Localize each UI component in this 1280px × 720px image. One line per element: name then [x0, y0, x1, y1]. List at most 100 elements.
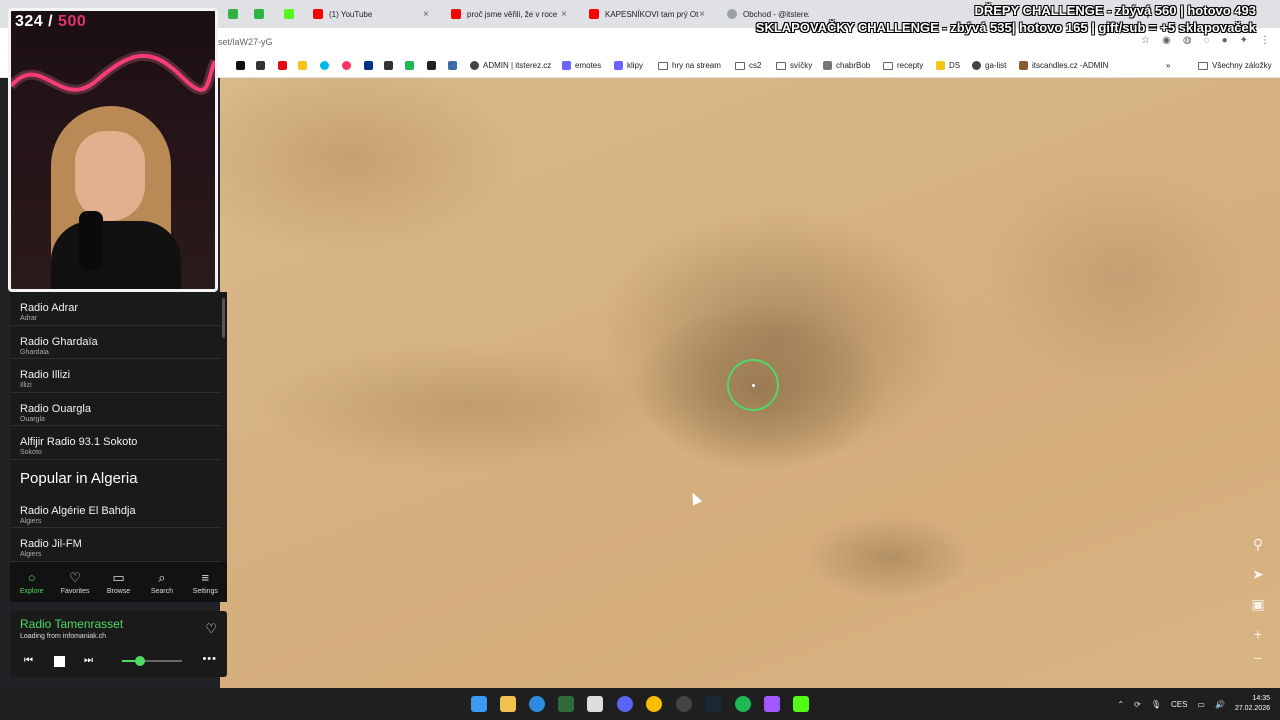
bookmark-ga-list[interactable]: ga-list	[972, 61, 1006, 70]
list-item[interactable]: Radio Adrar Adrar	[10, 292, 221, 326]
navigate-icon[interactable]: ➤	[1250, 566, 1266, 582]
location-marker[interactable]	[727, 359, 779, 411]
lock-icon[interactable]: ▣	[1250, 596, 1266, 612]
list-item[interactable]: Radio Ouargla Ouargla	[10, 393, 221, 426]
app-icon	[405, 61, 414, 70]
file-explorer-icon[interactable]	[500, 696, 516, 712]
station-city: Algiers	[20, 517, 42, 525]
challenge-line-1: DŘEPY CHALLENGE - zbývá 560 | hotovo 493	[974, 3, 1256, 18]
kick-icon[interactable]	[793, 696, 809, 712]
app-icon[interactable]	[587, 696, 603, 712]
close-icon[interactable]: ×	[561, 9, 567, 20]
zoom-in-button[interactable]: +	[1250, 626, 1266, 642]
app-icon[interactable]	[764, 696, 780, 712]
close-icon[interactable]: ×	[699, 9, 705, 20]
pin-icon[interactable]: ⚲	[1250, 536, 1266, 552]
star-icon[interactable]: ☆	[1141, 35, 1150, 46]
url-field[interactable]: set/laW27-yG	[218, 37, 273, 47]
volume-icon[interactable]: 🔊	[1215, 700, 1225, 709]
list-item[interactable]: Radio Ghardaïa Ghardaia	[10, 326, 221, 359]
excel-icon[interactable]	[558, 696, 574, 712]
bookmark-folder-cs2[interactable]: cs2	[735, 61, 761, 70]
nav-search[interactable]: ⌕ Search	[140, 562, 183, 602]
spotify-icon[interactable]	[735, 696, 751, 712]
microphone-icon[interactable]: 🎙	[1151, 700, 1161, 709]
list-item[interactable]: Alfijir Radio 93.1 Sokoto Sokoto	[10, 426, 221, 460]
extension-icon[interactable]: ◉	[1162, 35, 1171, 46]
next-button[interactable]: ⏭	[84, 655, 93, 666]
sl-icon	[562, 61, 571, 70]
bookmark-folder-recepty[interactable]: recepty	[883, 61, 923, 70]
bookmark-blue[interactable]	[448, 61, 457, 70]
bookmark-folder-svicky[interactable]: svíčky	[776, 61, 812, 70]
obs-icon[interactable]	[676, 696, 692, 712]
tab-video-2[interactable]: KAPESNÍKOVI tam prý Ot ×	[581, 3, 711, 25]
nav-favorites[interactable]: ♡ Favorites	[53, 562, 96, 602]
volume-slider[interactable]	[122, 656, 182, 666]
tab-label: KAPESNÍKOVI tam prý Ot	[605, 9, 699, 19]
satellite-map[interactable]: ⚲ ➤ ▣ + −	[220, 78, 1280, 688]
menu-icon[interactable]: ⋮	[1260, 35, 1270, 46]
now-playing-title: Radio Tamenrasset	[20, 617, 124, 631]
more-bookmarks-button[interactable]: »	[1166, 61, 1170, 70]
list-item[interactable]: Radio Jil-FM Algiers	[10, 528, 221, 562]
sync-icon[interactable]: ⟳	[1134, 700, 1141, 709]
bookmark-all[interactable]: Všechny záložky	[1198, 61, 1272, 70]
list-item[interactable]: Radio Illizi Illizi	[10, 359, 221, 393]
nav-explore[interactable]: ○ Explore	[10, 562, 53, 602]
station-name: Alfijir Radio 93.1 Sokoto	[20, 436, 138, 448]
bookmark-chabrbob[interactable]: chabrBob	[823, 61, 870, 70]
bookmark-label: Všechny záložky	[1212, 61, 1272, 70]
nav-browse[interactable]: ▭ Browse	[97, 562, 140, 602]
bookmark-dark[interactable]	[256, 61, 265, 70]
steam-icon[interactable]	[705, 696, 721, 712]
tab-pinned-green-2[interactable]	[246, 3, 268, 25]
bookmark-tt[interactable]	[405, 61, 414, 70]
bookmark-x[interactable]	[236, 61, 245, 70]
tab-label: proč jsme věřili, že v roce	[467, 9, 558, 19]
bookmark-ds[interactable]: DS	[936, 61, 960, 70]
more-options-button[interactable]: •••	[202, 653, 217, 665]
bookmark-folder-hry[interactable]: hry na stream	[658, 61, 721, 70]
bookmark-netflix[interactable]	[278, 61, 287, 70]
folder-icon	[776, 61, 786, 70]
tab-video-1[interactable]: proč jsme věřili, že v roce ×	[443, 3, 573, 25]
favorite-button[interactable]: ♡	[205, 621, 217, 637]
extension-icon[interactable]: ◌	[1204, 35, 1210, 46]
volume-knob[interactable]	[135, 656, 145, 666]
extension-icon[interactable]: ●	[1222, 35, 1228, 46]
bookmark-fb[interactable]	[384, 61, 393, 70]
nav-settings[interactable]: ≡ Settings	[184, 562, 227, 602]
language-indicator[interactable]: CES	[1171, 700, 1187, 709]
bookmark-emotes[interactable]: emotes	[562, 61, 601, 70]
zoom-out-button[interactable]: −	[1250, 650, 1266, 666]
bookmark-red[interactable]	[342, 61, 351, 70]
previous-button[interactable]: ⏮	[24, 655, 33, 666]
squat-counter: 324 / 500	[15, 13, 86, 31]
nav-label: Settings	[192, 587, 218, 595]
bookmark-itscandles[interactable]: itscandles.cz -ADMIN	[1019, 61, 1108, 70]
scrollbar[interactable]	[222, 298, 225, 338]
network-icon[interactable]: ▭	[1197, 700, 1205, 709]
tab-pinned-green-1[interactable]	[220, 3, 238, 25]
puzzle-icon[interactable]: ✦	[1240, 35, 1248, 46]
close-icon[interactable]: ×	[423, 9, 429, 20]
tab-youtube[interactable]: (1) YouTube ×	[305, 3, 435, 25]
bookmark-label: svíčky	[790, 61, 813, 70]
stop-button[interactable]	[54, 656, 65, 667]
tab-pinned-kick[interactable]	[276, 3, 298, 25]
bookmark-klipy[interactable]: klipy	[614, 61, 643, 70]
bookmark-download[interactable]	[427, 61, 436, 70]
chrome-icon[interactable]	[646, 696, 662, 712]
app-icon[interactable]	[529, 696, 545, 712]
bookmark-yellow[interactable]	[298, 61, 307, 70]
bookmark-paypal[interactable]	[364, 61, 373, 70]
discord-icon[interactable]	[617, 696, 633, 712]
chevron-up-icon[interactable]: ⌃	[1117, 700, 1124, 709]
clock[interactable]: 14:35 27.02.2026	[1235, 694, 1270, 714]
extension-icon[interactable]: ◍	[1183, 35, 1192, 46]
bookmark-admin[interactable]: ADMIN | itsterez.cz	[470, 61, 551, 70]
windows-start-icon[interactable]	[471, 696, 487, 712]
bookmark-cyan[interactable]	[320, 61, 329, 70]
list-item[interactable]: Radio Algérie El Bahdja Algiers	[10, 495, 221, 528]
